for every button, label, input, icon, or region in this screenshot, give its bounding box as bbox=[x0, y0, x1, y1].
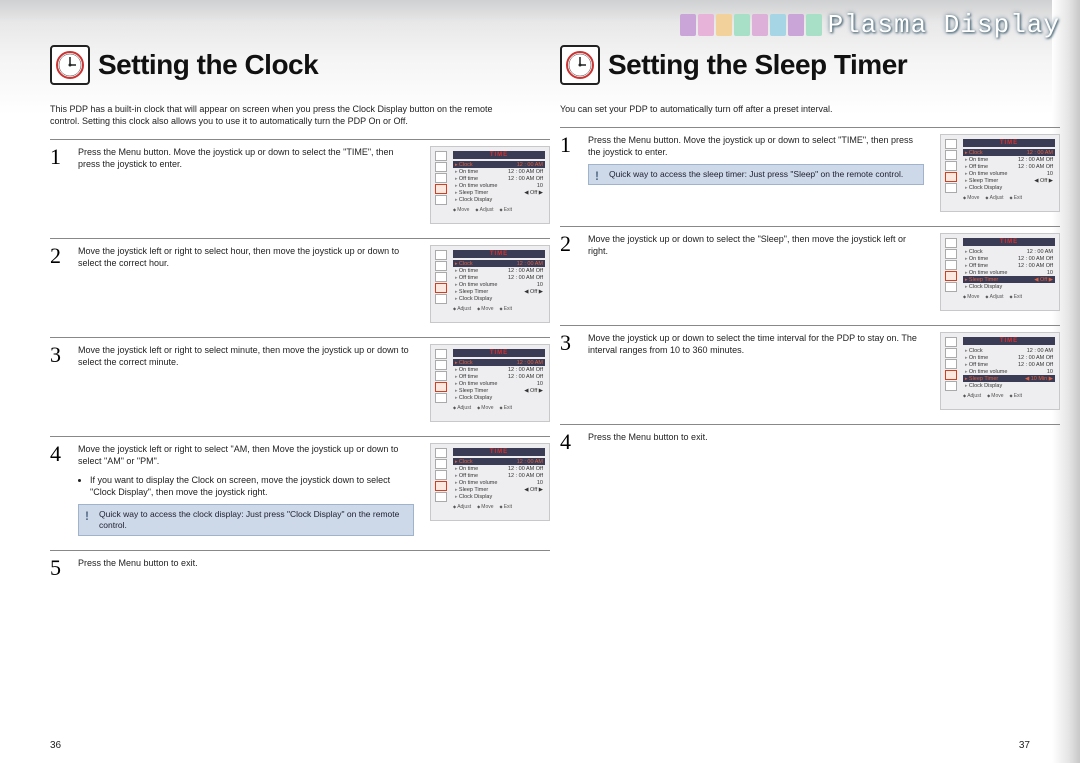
osd-screenshot: TIME Clock12 : 00 AMOn time12 : 00 AM Of… bbox=[430, 245, 550, 323]
step-text: Move the joystick left or right to selec… bbox=[78, 344, 420, 368]
osd-screenshot: TIME Clock12 : 00 AMOn time12 : 00 AM Of… bbox=[940, 233, 1060, 311]
step-number: 1 bbox=[560, 134, 578, 156]
page-number-left: 36 bbox=[50, 740, 61, 751]
step-number: 2 bbox=[560, 233, 578, 255]
tip-box: Quick way to access the sleep timer: Jus… bbox=[588, 164, 924, 185]
step-text: Move the joystick up or down to select t… bbox=[588, 233, 930, 257]
step-1: 1 Press the Menu button. Move the joysti… bbox=[560, 127, 1060, 212]
step-2: 2 Move the joystick up or down to select… bbox=[560, 226, 1060, 311]
step-3: 3 Move the joystick up or down to select… bbox=[560, 325, 1060, 410]
step-2: 2 Move the joystick left or right to sel… bbox=[50, 238, 550, 323]
step-4: 4 Move the joystick left or right to sel… bbox=[50, 436, 550, 536]
top-brand-decoration: Plasma Display bbox=[680, 10, 1060, 40]
step-number: 5 bbox=[50, 557, 68, 579]
step-4: 4 Press the Menu button to exit. bbox=[560, 424, 1060, 453]
page-title-left: Setting the Clock bbox=[98, 49, 318, 81]
intro-right: You can set your PDP to automatically tu… bbox=[560, 103, 1020, 115]
osd-screenshot: TIME Clock12 : 00 AMOn time12 : 00 AM Of… bbox=[430, 443, 550, 521]
step-number: 3 bbox=[50, 344, 68, 366]
step-text: Press the Menu button. Move the joystick… bbox=[588, 134, 930, 185]
step-number: 4 bbox=[560, 431, 578, 453]
clock-icon bbox=[560, 45, 600, 85]
page-37: Setting the Sleep Timer You can set your… bbox=[560, 45, 1060, 467]
step-1: 1 Press the Menu button. Move the joysti… bbox=[50, 139, 550, 224]
step-text: Move the joystick up or down to select t… bbox=[588, 332, 930, 356]
intro-left: This PDP has a built-in clock that will … bbox=[50, 103, 510, 127]
osd-screenshot: TIME Clock12 : 00 AMOn time12 : 00 AM Of… bbox=[940, 134, 1060, 212]
step-text: Move the joystick left or right to selec… bbox=[78, 443, 420, 536]
step-text: Move the joystick left or right to selec… bbox=[78, 245, 420, 269]
step-number: 3 bbox=[560, 332, 578, 354]
clock-icon bbox=[50, 45, 90, 85]
step-3: 3 Move the joystick left or right to sel… bbox=[50, 337, 550, 422]
osd-screenshot: TIME Clock12 : 00 AMOn time12 : 00 AM Of… bbox=[430, 344, 550, 422]
page-title-right: Setting the Sleep Timer bbox=[608, 49, 907, 81]
step-5: 5 Press the Menu button to exit. bbox=[50, 550, 550, 579]
osd-screenshot: TIME Clock12 : 00 AMOn time12 : 00 AM Of… bbox=[940, 332, 1060, 410]
step-text: Press the Menu button. Move the joystick… bbox=[78, 146, 420, 170]
step-text: Press the Menu button to exit. bbox=[588, 431, 1060, 443]
step-text: Press the Menu button to exit. bbox=[78, 557, 550, 569]
page-number-right: 37 bbox=[1019, 740, 1030, 751]
step-number: 1 bbox=[50, 146, 68, 168]
step-number: 4 bbox=[50, 443, 68, 465]
tip-box: Quick way to access the clock display: J… bbox=[78, 504, 414, 536]
step-number: 2 bbox=[50, 245, 68, 267]
brand-text: Plasma Display bbox=[828, 10, 1060, 40]
page-36: Setting the Clock This PDP has a built-i… bbox=[50, 45, 550, 593]
osd-screenshot: TIME Clock12 : 00 AMOn time12 : 00 AM Of… bbox=[430, 146, 550, 224]
